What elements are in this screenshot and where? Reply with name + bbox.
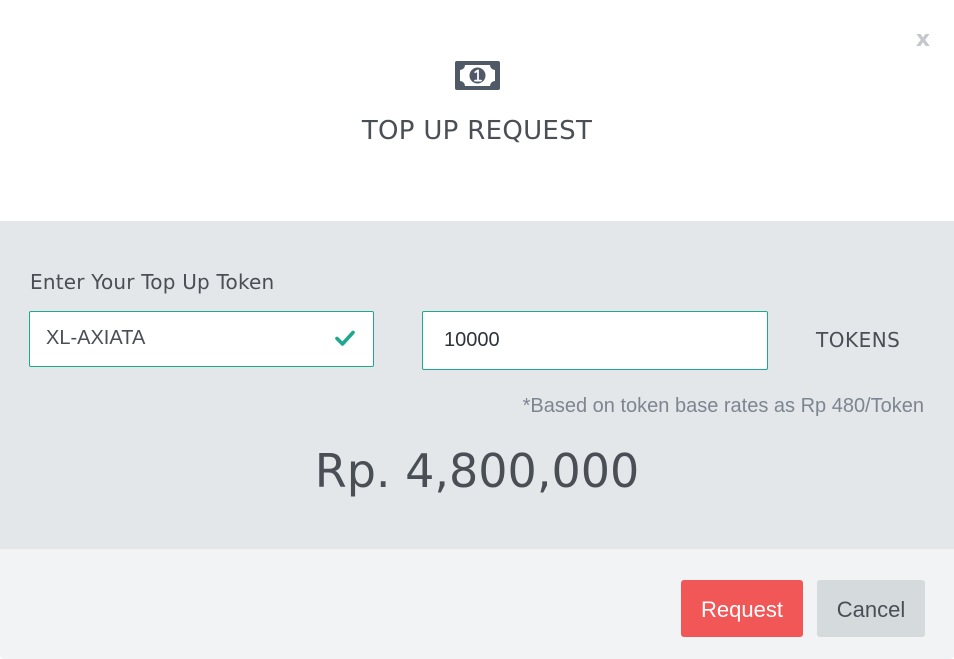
rate-note: *Based on token base rates as Rp 480/Tok… xyxy=(522,395,924,417)
top-up-request-dialog: x TOP UP REQUEST Enter Your Top Up Token… xyxy=(0,0,954,659)
token-amount-field[interactable] xyxy=(422,311,768,370)
check-icon xyxy=(335,330,355,346)
request-button[interactable]: Request xyxy=(681,580,803,637)
dialog-footer: Request Cancel xyxy=(0,549,954,659)
dialog-title: TOP UP REQUEST xyxy=(361,116,593,146)
cancel-button[interactable]: Cancel xyxy=(817,580,925,637)
dialog-body: Enter Your Top Up Token XL-AXIATA TOKENS… xyxy=(0,221,954,549)
close-button[interactable]: x xyxy=(913,28,933,52)
banknote-icon xyxy=(455,61,500,90)
dialog-header: x TOP UP REQUEST xyxy=(0,0,954,221)
token-field-label: Enter Your Top Up Token xyxy=(30,270,275,294)
total-price: Rp. 4,800,000 xyxy=(314,444,640,498)
token-amount-input[interactable] xyxy=(423,312,767,369)
token-unit-label: TOKENS xyxy=(816,328,901,352)
provider-value: XL-AXIATA xyxy=(46,327,146,349)
provider-select[interactable]: XL-AXIATA xyxy=(29,311,374,367)
